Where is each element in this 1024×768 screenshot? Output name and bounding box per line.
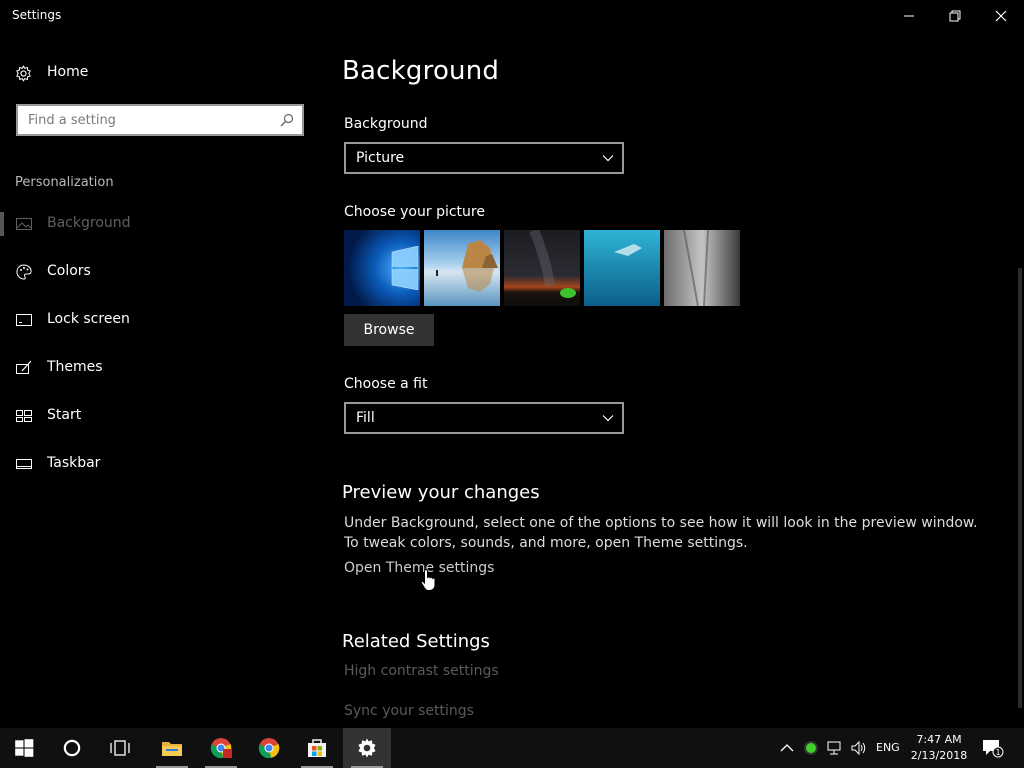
taskbar-icon [16, 459, 32, 469]
network-icon [827, 741, 841, 755]
search-box[interactable] [16, 104, 304, 136]
background-dropdown-value: Picture [356, 150, 405, 166]
chrome-icon [210, 738, 232, 759]
file-explorer-button[interactable] [148, 728, 196, 768]
task-view-button[interactable] [96, 728, 144, 768]
preview-heading: Preview your changes [342, 482, 540, 503]
high-contrast-settings-link[interactable]: High contrast settings [344, 663, 499, 679]
speaker-icon [851, 740, 866, 756]
sidebar-item-background[interactable]: Background [0, 204, 320, 244]
chrome-app-button[interactable] [197, 728, 245, 768]
store-icon [308, 739, 326, 757]
folder-icon [162, 742, 182, 756]
sidebar-item-start[interactable]: Start [0, 396, 320, 436]
settings-taskbar-button[interactable] [343, 728, 391, 768]
chevron-down-icon [602, 155, 614, 162]
gear-icon [16, 65, 31, 82]
hand-cursor-icon [420, 568, 436, 591]
sidebar-item-colors[interactable]: Colors [0, 252, 320, 292]
store-button[interactable] [293, 728, 341, 768]
task-view-icon [110, 740, 130, 756]
picture-thumbnail-windows[interactable] [344, 230, 420, 306]
choose-picture-label: Choose your picture [344, 204, 485, 220]
input-language-indicator[interactable]: ENG [876, 741, 900, 754]
start-icon [16, 410, 32, 422]
minimize-button[interactable] [886, 0, 932, 32]
start-button[interactable] [0, 728, 48, 768]
window-title: Settings [12, 8, 62, 22]
page-title: Background [342, 56, 500, 86]
sync-settings-link[interactable]: Sync your settings [344, 703, 474, 719]
background-dropdown[interactable]: Picture [344, 142, 624, 174]
sidebar-item-label: Colors [47, 263, 91, 279]
sidebar: Home Personalization Background Colors L… [0, 32, 320, 728]
preview-description: Under Background, select one of the opti… [344, 515, 978, 551]
notification-count: 1 [995, 748, 1000, 757]
themes-icon [16, 360, 32, 374]
sidebar-item-label: Start [47, 407, 82, 423]
restore-icon [949, 10, 961, 22]
picture-thumbnail-underwater[interactable] [584, 230, 660, 306]
notification-icon: 1 [983, 740, 1004, 758]
picture-thumbnail-rock-climber[interactable] [664, 230, 740, 306]
active-indicator [0, 212, 4, 236]
related-settings-heading: Related Settings [342, 631, 490, 652]
home-label: Home [47, 64, 89, 80]
windows-logo-icon [15, 739, 34, 757]
close-button[interactable] [978, 0, 1024, 32]
picture-thumbnail-beach[interactable] [424, 230, 500, 306]
scrollbar[interactable] [1018, 268, 1022, 708]
picture-icon [16, 218, 32, 230]
choose-fit-label: Choose a fit [344, 376, 428, 392]
minimize-icon [904, 15, 914, 17]
picture-thumbnail-night-sky[interactable] [504, 230, 580, 306]
home-nav-item[interactable]: Home [0, 56, 320, 90]
section-label: Personalization [15, 175, 114, 190]
lock-screen-icon [16, 314, 32, 326]
app-tray-icon-button[interactable] [801, 728, 821, 768]
fit-dropdown[interactable]: Fill [344, 402, 624, 434]
clock[interactable]: 7:47 AM 2/13/2018 [904, 732, 974, 764]
action-center-button[interactable]: 1 [980, 728, 1006, 768]
gear-icon [358, 738, 376, 758]
search-icon [280, 113, 294, 127]
sidebar-item-taskbar[interactable]: Taskbar [0, 444, 320, 484]
network-button[interactable] [825, 728, 845, 768]
cortana-icon [63, 739, 81, 757]
clock-date: 2/13/2018 [910, 749, 968, 762]
status-dot-icon [804, 741, 818, 755]
palette-icon [16, 264, 32, 280]
picture-thumbnails [344, 230, 740, 306]
show-hidden-icons-button[interactable] [777, 728, 797, 768]
sidebar-item-label: Taskbar [47, 455, 101, 471]
search-input[interactable] [18, 106, 268, 134]
sidebar-item-label: Themes [47, 359, 103, 375]
title-bar: Settings [0, 0, 1024, 32]
browse-button[interactable]: Browse [344, 314, 434, 346]
sidebar-item-label: Background [47, 215, 131, 231]
chevron-up-icon [780, 744, 794, 752]
chrome-button[interactable] [245, 728, 293, 768]
taskbar: ENG 7:47 AM 2/13/2018 1 [0, 728, 1024, 768]
cortana-button[interactable] [48, 728, 96, 768]
sidebar-item-label: Lock screen [47, 311, 130, 327]
fit-dropdown-value: Fill [356, 410, 375, 426]
sidebar-item-themes[interactable]: Themes [0, 348, 320, 388]
chevron-down-icon [602, 415, 614, 422]
sidebar-item-lock-screen[interactable]: Lock screen [0, 300, 320, 340]
background-label: Background [344, 116, 428, 132]
clock-time: 7:47 AM [916, 733, 962, 746]
main-content: Background Background Picture Choose you… [320, 32, 1024, 728]
volume-button[interactable] [849, 728, 869, 768]
chrome-icon [258, 738, 280, 759]
close-icon [995, 10, 1007, 22]
restore-button[interactable] [932, 0, 978, 32]
